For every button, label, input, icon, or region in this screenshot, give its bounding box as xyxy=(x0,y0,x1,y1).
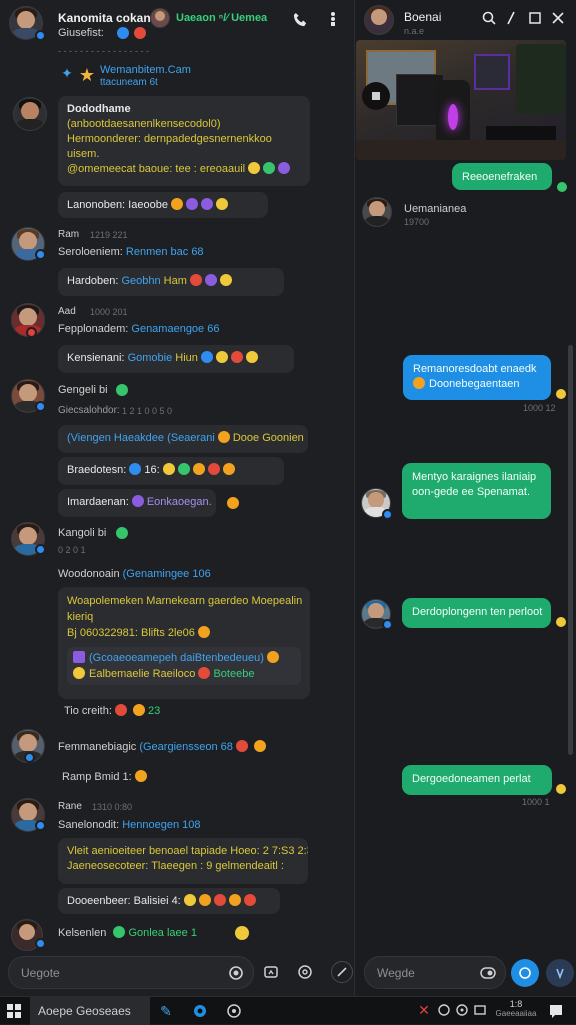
message-bubble[interactable]: Dododhame (anbootdaesanenlkensecodol0) H… xyxy=(58,96,310,186)
tray-icon[interactable]: ✕ xyxy=(416,1002,432,1018)
left-chat-pane: Kanomita cokan Giusefist: Uaeaon ⁿ/⁄ Uem… xyxy=(0,0,355,996)
sender-name: Dododhame xyxy=(67,103,131,115)
browser-icon[interactable] xyxy=(190,1001,210,1021)
outgoing-message[interactable]: Dergoedoneamen perlat xyxy=(402,765,552,795)
sender-name: Ram xyxy=(58,229,80,240)
close-icon[interactable] xyxy=(549,9,567,27)
sender-name: Aad xyxy=(58,306,76,317)
pinned-link[interactable]: Wemanbitem.Cam xyxy=(100,64,191,76)
chat-app: Kanomita cokan Giusefist: Uaeaon ⁿ/⁄ Uem… xyxy=(0,0,576,996)
sender-name: Kangoli bi xyxy=(58,527,107,539)
outgoing-message[interactable]: Reeoenefraken xyxy=(452,163,552,190)
message-bubble[interactable]: (Viengen Haeakdee (Seaerani Dooe Goonien xyxy=(58,425,308,453)
taskbar: Aoepe Geoseaes ✎ ✕ 1:8 Gaeeaaiiaa xyxy=(0,996,576,1025)
right-message-input[interactable]: Wegde xyxy=(364,956,506,989)
pinned-sub: ttacuneam 6t xyxy=(100,77,158,88)
clock[interactable]: 1:8 Gaeeaaiiaa xyxy=(494,999,538,1023)
maximize-icon[interactable] xyxy=(526,9,544,27)
contact-avatar[interactable] xyxy=(364,5,394,35)
avatar[interactable] xyxy=(13,97,47,131)
channel-name: Uaeaon ⁿ/⁄ Uemea xyxy=(176,12,268,24)
taskbar-search[interactable]: Aoepe Geoseaes xyxy=(30,997,150,1025)
right-chat-pane: Boenai n.a.e Reeoenefraken Uemanianea 19… xyxy=(356,0,576,996)
sender-name: Uemanianea xyxy=(404,203,467,215)
play-icon[interactable] xyxy=(362,82,390,110)
scrollbar[interactable] xyxy=(568,345,573,755)
sender-name: Rane xyxy=(58,801,82,812)
reaction-bubble[interactable]: Dooeenbeer: Balisiei 4: xyxy=(58,888,280,914)
incoming-message[interactable]: Mentyo karaignes ilaniaip oon-gede ee Sp… xyxy=(402,463,551,519)
contact-name: Boenai xyxy=(404,10,442,24)
record-icon[interactable] xyxy=(227,964,245,982)
sender-name: Gengeli bi xyxy=(58,384,108,396)
search-icon[interactable] xyxy=(480,9,498,27)
more-icon[interactable] xyxy=(323,9,343,29)
emoji-icon[interactable] xyxy=(296,963,314,981)
incoming-message[interactable]: Derdoplongenn ten perloot xyxy=(402,598,551,628)
left-message-input[interactable]: Uegote xyxy=(8,956,254,989)
attach-icon[interactable] xyxy=(262,963,280,981)
battery-icon[interactable] xyxy=(472,1002,488,1018)
send-icon[interactable] xyxy=(331,961,353,983)
chat-title: Kanomita cokan xyxy=(58,11,151,25)
message-bubble[interactable]: Vleit aenioeiteer benoael tapiade Hoeo: … xyxy=(58,838,308,884)
send-icon[interactable] xyxy=(546,959,574,987)
reaction-bubble[interactable]: Lanonoben: Iaeoobe xyxy=(58,192,268,218)
pin-icon: ✦ xyxy=(61,64,73,81)
windows-icon[interactable] xyxy=(6,1003,22,1019)
call-icon[interactable] xyxy=(290,9,310,29)
member-avatar[interactable] xyxy=(150,8,170,28)
reaction-bubble[interactable]: Hardoben: Geobhn Ham xyxy=(58,268,284,296)
reaction-bubble[interactable]: Kensienani: Gomobie Hiun xyxy=(58,345,294,373)
reaction-bubble[interactable]: Imardaenan: Eonkaoegan. xyxy=(58,489,216,517)
edit-icon[interactable] xyxy=(502,9,520,27)
star-icon: ★ xyxy=(78,64,96,85)
toggle-icon[interactable] xyxy=(479,964,497,982)
outgoing-message[interactable]: Remanoresdoabt enaedk Doonebegaentaen xyxy=(403,355,551,400)
avatar[interactable] xyxy=(362,197,392,227)
network-icon[interactable] xyxy=(436,1002,452,1018)
app-icon[interactable]: ✎ xyxy=(156,1001,176,1021)
left-header: Kanomita cokan Giusefist: Uaeaon ⁿ/⁄ Uem… xyxy=(0,0,354,44)
message-bubble[interactable]: Woapolemeken Marnekearn gaerdeo Moepeali… xyxy=(58,587,310,699)
notification-icon[interactable] xyxy=(546,1001,566,1021)
voice-icon[interactable] xyxy=(511,959,539,987)
chat-app-icon[interactable] xyxy=(224,1001,244,1021)
reaction-bubble[interactable]: Braedotesn: 16: xyxy=(58,457,284,485)
chat-subtitle: Giusefist: xyxy=(58,27,104,39)
shared-image[interactable] xyxy=(356,40,566,160)
volume-icon[interactable] xyxy=(454,1002,470,1018)
